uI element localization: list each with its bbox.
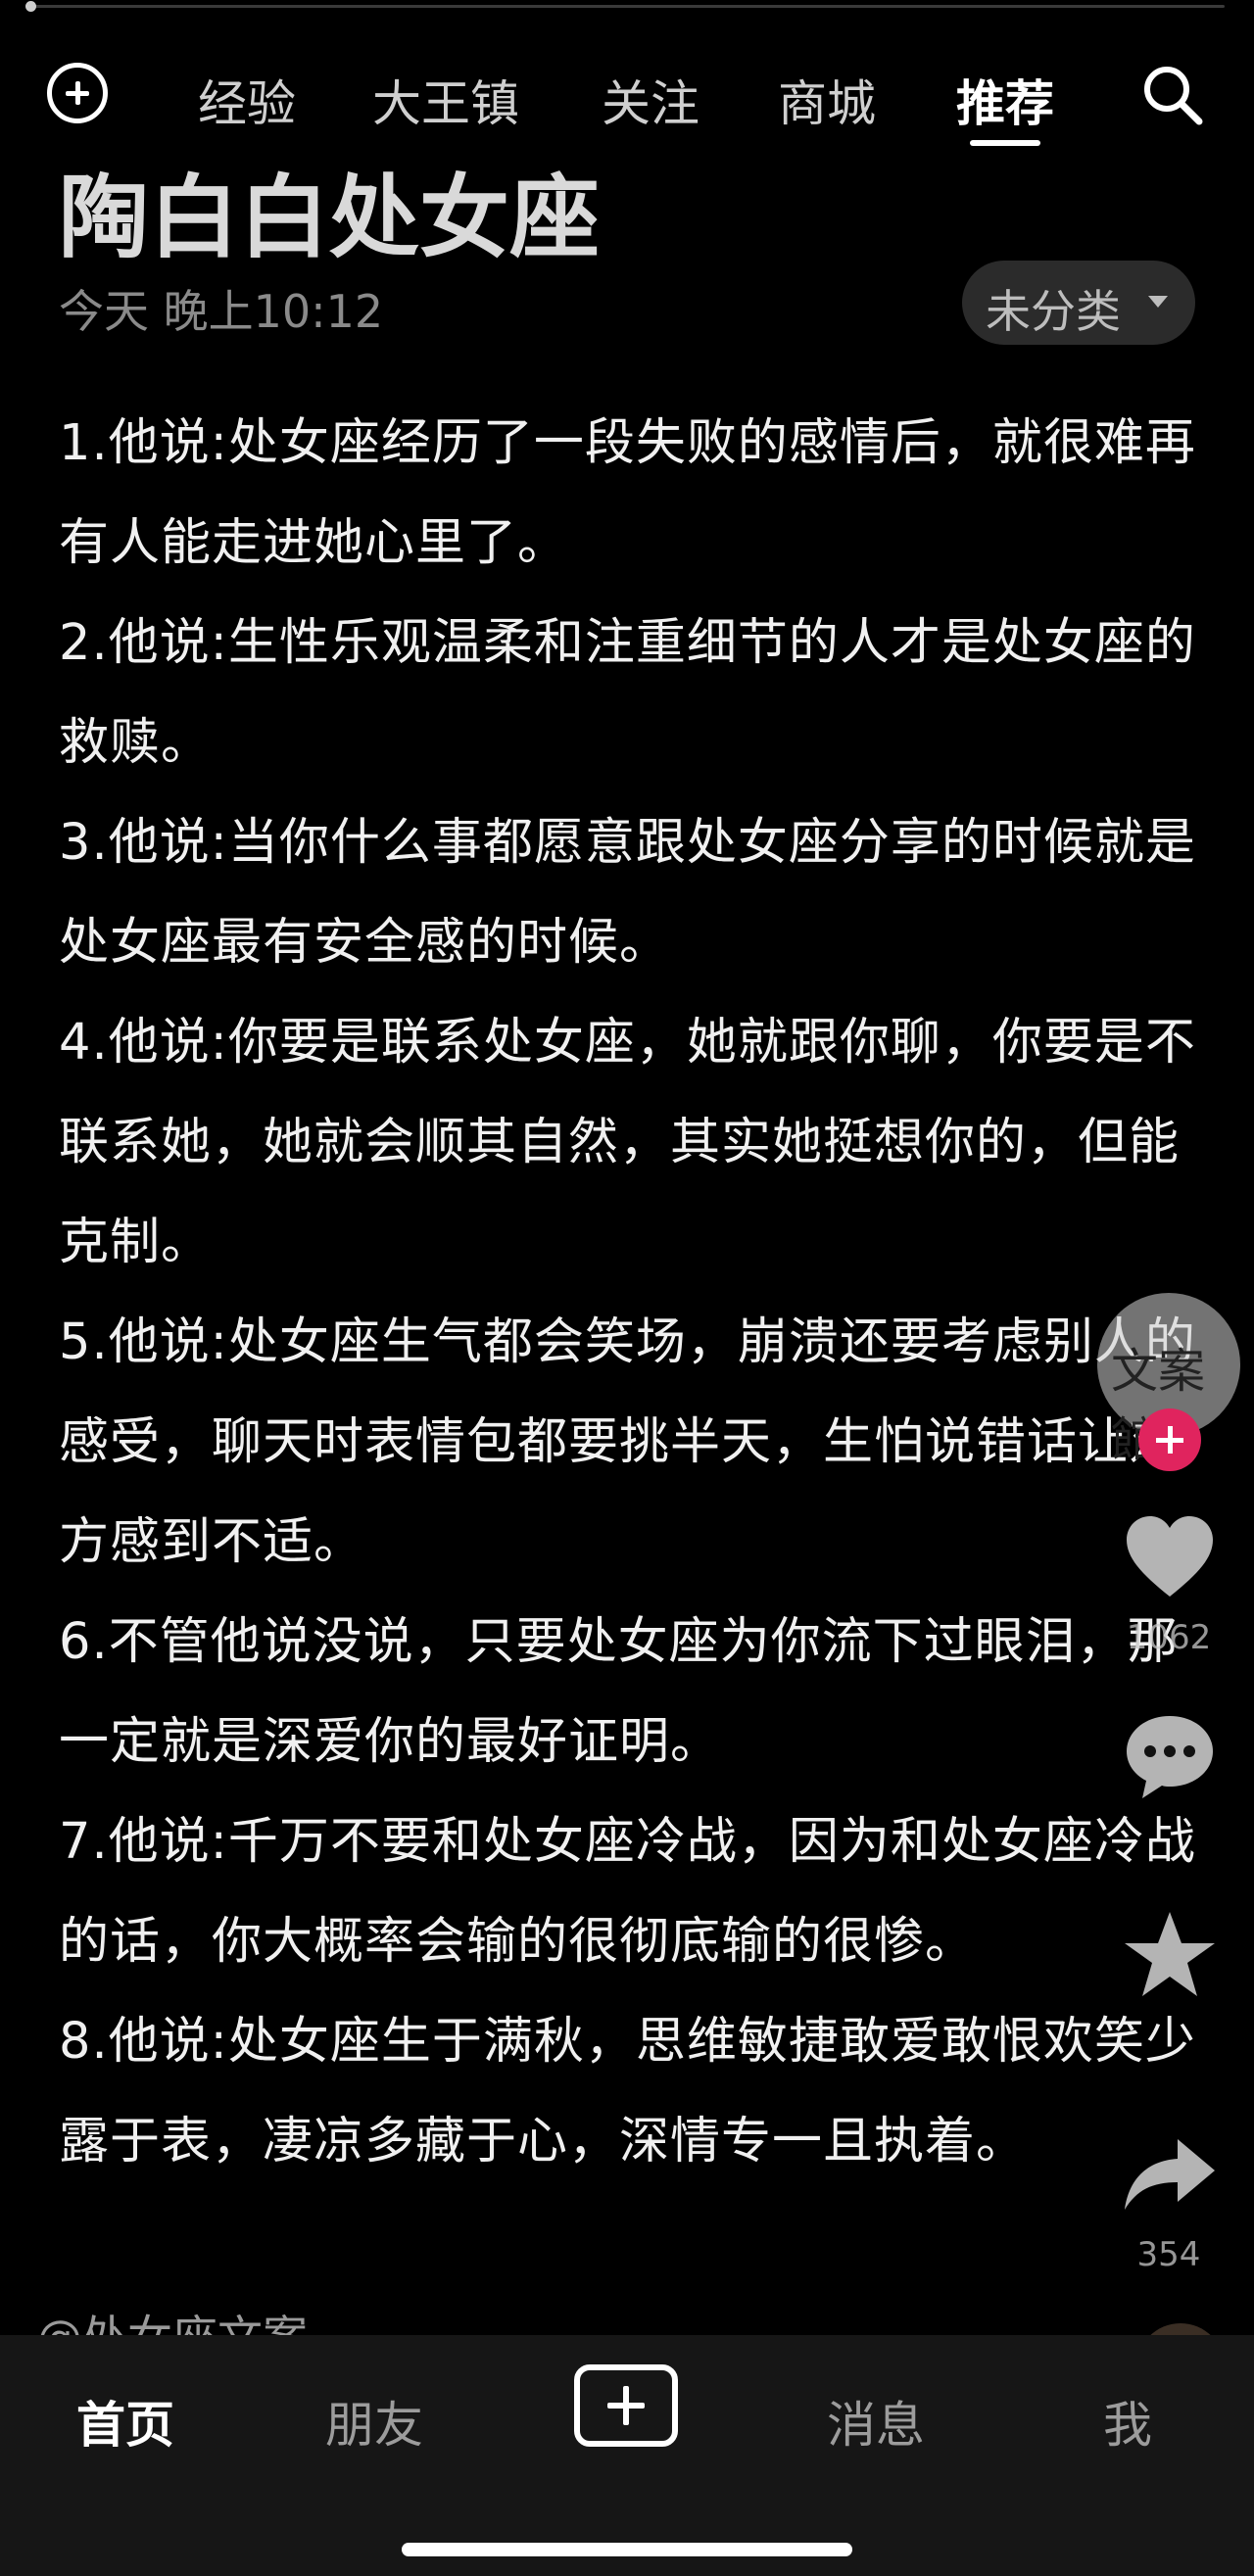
home-indicator[interactable]: [402, 2543, 852, 2556]
post-title: 陶白白处女座: [59, 166, 601, 270]
tab-me[interactable]: 我: [1103, 2386, 1152, 2457]
progress-handle[interactable]: [25, 1, 36, 12]
like-count: 1062: [1126, 1618, 1212, 1657]
tab-messages[interactable]: 消息: [827, 2386, 925, 2457]
share-count: 354: [1136, 2235, 1201, 2274]
paragraph: 5.他说:处女座生气都会笑场，崩溃还要考虑别人的感受，聊天时表情包都要挑半天，生…: [59, 1313, 1196, 1571]
tab-recommend[interactable]: 推荐: [956, 65, 1054, 135]
paragraph: 3.他说:当你什么事都愿意跟处女座分享的时候就是处女座最有安全感的时候。: [59, 814, 1196, 972]
star-icon[interactable]: [1121, 1906, 1219, 2004]
category-dropdown[interactable]: 未分类: [962, 261, 1195, 345]
post-content: 1.他说:处女座经历了一段失败的感情后，就很难再有人能走进她心里了。 2.他说:…: [59, 394, 1205, 2192]
tab-home[interactable]: 首页: [76, 2386, 174, 2457]
share-icon[interactable]: [1121, 2125, 1219, 2223]
top-navigation: 经验 大王镇 关注 商城 推荐: [0, 47, 1254, 155]
create-post-button[interactable]: [574, 2364, 678, 2447]
paragraph: 6.不管他说没说，只要处女座为你流下过眼泪，那一定就是深爱你的最好证明。: [59, 1613, 1179, 1771]
tab-dawangzhen[interactable]: 大王镇: [372, 65, 519, 135]
video-progress-bar[interactable]: [0, 0, 1254, 14]
paragraph: 7.他说:千万不要和处女座冷战，因为和处女座冷战的话，你大概率会输的很彻底输的很…: [59, 1813, 1196, 1971]
paragraph: 1.他说:处女座经历了一段失败的感情后，就很难再有人能走进她心里了。: [59, 414, 1196, 572]
active-tab-indicator: [970, 140, 1040, 146]
category-label: 未分类: [986, 285, 1121, 338]
tab-friends[interactable]: 朋友: [325, 2386, 423, 2457]
paragraph: 8.他说:处女座生于满秋，思维敏捷敢爱敢恨欢笑少露于表，凄凉多藏于心，深情专一且…: [59, 2013, 1196, 2171]
post-timestamp: 今天 晚上10:12: [59, 285, 384, 338]
follow-plus-icon[interactable]: [1138, 1408, 1201, 1471]
tab-following[interactable]: 关注: [602, 65, 699, 135]
paragraph: 4.他说:你要是联系处女座，她就跟你聊，你要是不联系她，她就会顺其自然，其实她挺…: [59, 1014, 1196, 1271]
comment-icon[interactable]: [1121, 1708, 1219, 1806]
paragraph: 2.他说:生性乐观温柔和注重细节的人才是处女座的救赎。: [59, 614, 1196, 772]
bottom-navigation: 首页 朋友 消息 我: [0, 2335, 1254, 2576]
progress-track: [29, 5, 1225, 8]
tab-experience[interactable]: 经验: [198, 65, 296, 135]
tab-mall[interactable]: 商城: [778, 65, 876, 135]
add-circle-icon[interactable]: [47, 63, 108, 123]
chevron-down-icon: [1148, 296, 1168, 308]
heart-icon[interactable]: [1121, 1510, 1219, 1608]
search-icon[interactable]: [1140, 63, 1205, 127]
